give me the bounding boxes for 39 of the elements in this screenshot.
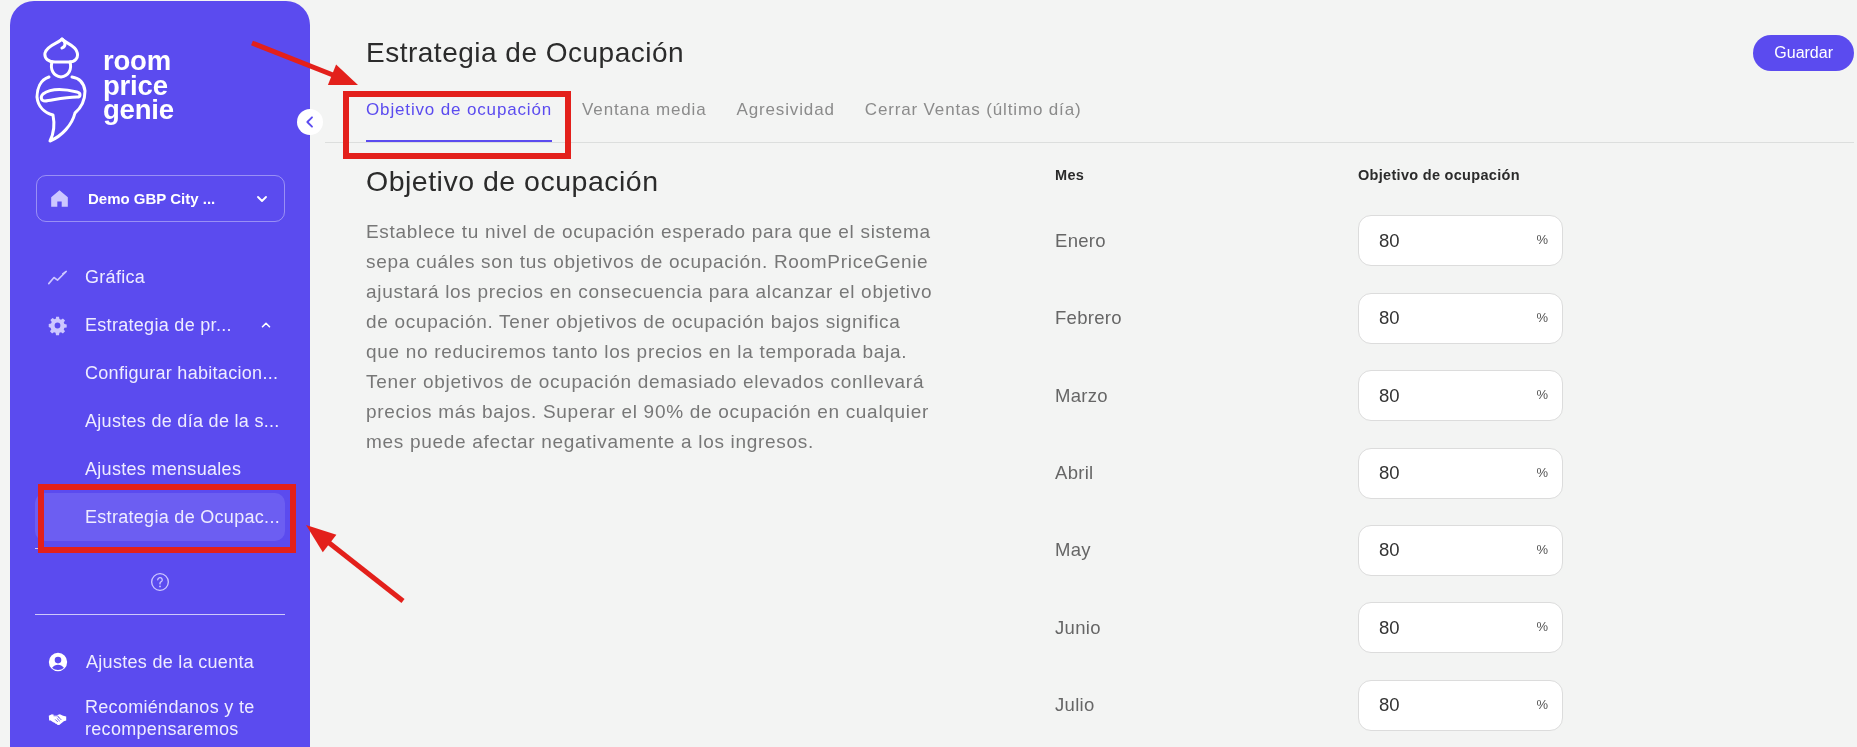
sidebar-link[interactable]: Ajustes de la cuenta [35,638,285,686]
month-label: Marzo [1055,384,1109,407]
nav-subitem[interactable]: Estrategia de Ocupac... [35,493,285,541]
tab[interactable]: Cerrar Ventas (último día) [864,92,1082,142]
nav-subitem[interactable]: Ajustes de día de la s... [35,397,285,445]
unit-label: % [1536,619,1548,636]
page-title: Estrategia de Ocupación [366,36,685,70]
month-label: Junio [1055,616,1102,639]
unit-label: % [1536,696,1548,713]
tab[interactable]: Agresividad [736,92,835,142]
sidebar-link[interactable]: Recomiéndanos y te recompensaremos [35,694,285,742]
property-selector[interactable]: Demo GBP City ... [36,175,285,222]
nav-subitem[interactable]: Configurar habitacion... [35,349,285,397]
unit-label: % [1536,309,1548,326]
nav-subitem[interactable]: Ajustes mensuales [35,445,285,493]
gear-icon [47,314,68,336]
month-label: Febrero [1055,307,1123,330]
month-label: May [1055,539,1092,562]
unit-label: % [1536,387,1548,404]
description-text: Establece tu nivel de ocupación esperado para que el sistema sepa cuáles son tus objetivos de ocupación. RoomPriceGenie ajustará los precios en consecuencia para alcanzar el objetivo de ocupación. Tener objetivos de ocupación bajos significa que no reduciremos tanto los precios en la temporada baja. Tener objetivos de ocupación demasiado elevados conllevará precios más bajos. Superar el 90% de ocupación en cualquier mes puede afectar negativamente a los ingresos. [366,220,934,454]
unit-label: % [1536,464,1548,481]
month-label: Enero [1055,229,1107,252]
nav-item[interactable]: Estrategia de pr... [35,301,285,349]
home-icon [49,188,70,209]
nav-item[interactable]: Gráfica [35,253,285,301]
month-label: Abril [1055,462,1095,485]
tab[interactable]: Objetivo de ocupación [366,92,553,142]
genie-logo-icon [35,37,87,143]
collapse-button[interactable] [297,109,323,135]
help-icon[interactable] [150,572,170,592]
tab[interactable]: Ventana media [582,92,707,142]
save-button[interactable]: Guardar [1753,35,1854,71]
section-heading: Objetivo de ocupación [366,164,660,198]
logo-wordmark: room price genie [103,49,174,127]
unit-label: % [1536,541,1548,558]
column-header: Objetivo de ocupación [1358,166,1521,185]
unit-label: % [1536,232,1548,249]
column-header: Mes [1055,166,1086,185]
month-label: Julio [1055,694,1096,717]
